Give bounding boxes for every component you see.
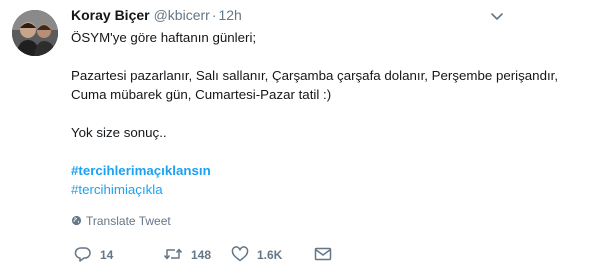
translate-tweet-button[interactable]: Translate Tweet <box>71 213 171 229</box>
reply-button[interactable]: 14 <box>74 245 113 265</box>
tweet-text-line: Pazartesi pazarlanır, Salı sallanır, Çar… <box>71 68 559 83</box>
tweet-text-gap <box>71 142 571 161</box>
tweet-text-gap <box>71 104 571 123</box>
tweet-text-line: Cuma mübarek gün, Cumartesi-Pazar tatil … <box>71 87 332 102</box>
like-count: 1.6K <box>257 248 283 262</box>
tweet: Koray Biçer @kbicerr · 12h ÖSYM'ye göre haf… <box>0 0 591 275</box>
chevron-down-icon <box>491 13 503 20</box>
direct-message-button[interactable] <box>314 245 332 265</box>
tweet-text-line: Yok size sonuç.. <box>71 125 167 140</box>
tweet-actions: 14 148 1.6K <box>71 245 371 265</box>
like-button[interactable]: 1.6K <box>231 245 282 265</box>
reply-count: 14 <box>100 248 114 262</box>
tweet-text: ÖSYM'ye göre haftanın günleri; Pazartesi… <box>71 28 571 199</box>
retweet-count: 148 <box>191 248 212 262</box>
envelope-icon <box>314 248 332 261</box>
tweet-text-line: ÖSYM'ye göre haftanın günleri; <box>71 30 257 45</box>
author-fullname[interactable]: Koray Biçer <box>71 7 150 23</box>
reply-icon <box>74 247 91 263</box>
retweet-icon <box>163 249 183 260</box>
translate-label: Translate Tweet <box>86 214 171 228</box>
header-separator: · <box>211 7 217 23</box>
heart-icon <box>231 246 249 262</box>
avatar-photo <box>12 10 58 56</box>
globe-icon <box>71 216 82 226</box>
author-username[interactable]: @kbicerr <box>154 7 210 23</box>
tweet-timestamp[interactable]: 12h <box>218 7 241 23</box>
tweet-menu-caret[interactable] <box>491 8 503 20</box>
tweet-text-gap <box>71 47 571 66</box>
tweet-content: Koray Biçer @kbicerr · 12h ÖSYM'ye göre haf… <box>71 6 571 199</box>
avatar[interactable] <box>12 10 58 56</box>
retweet-button[interactable]: 148 <box>163 245 211 265</box>
hashtag-link[interactable]: #tercihimiaçıkla <box>71 182 163 197</box>
hashtag-link[interactable]: #tercihlerimaçıklansın <box>71 163 211 178</box>
